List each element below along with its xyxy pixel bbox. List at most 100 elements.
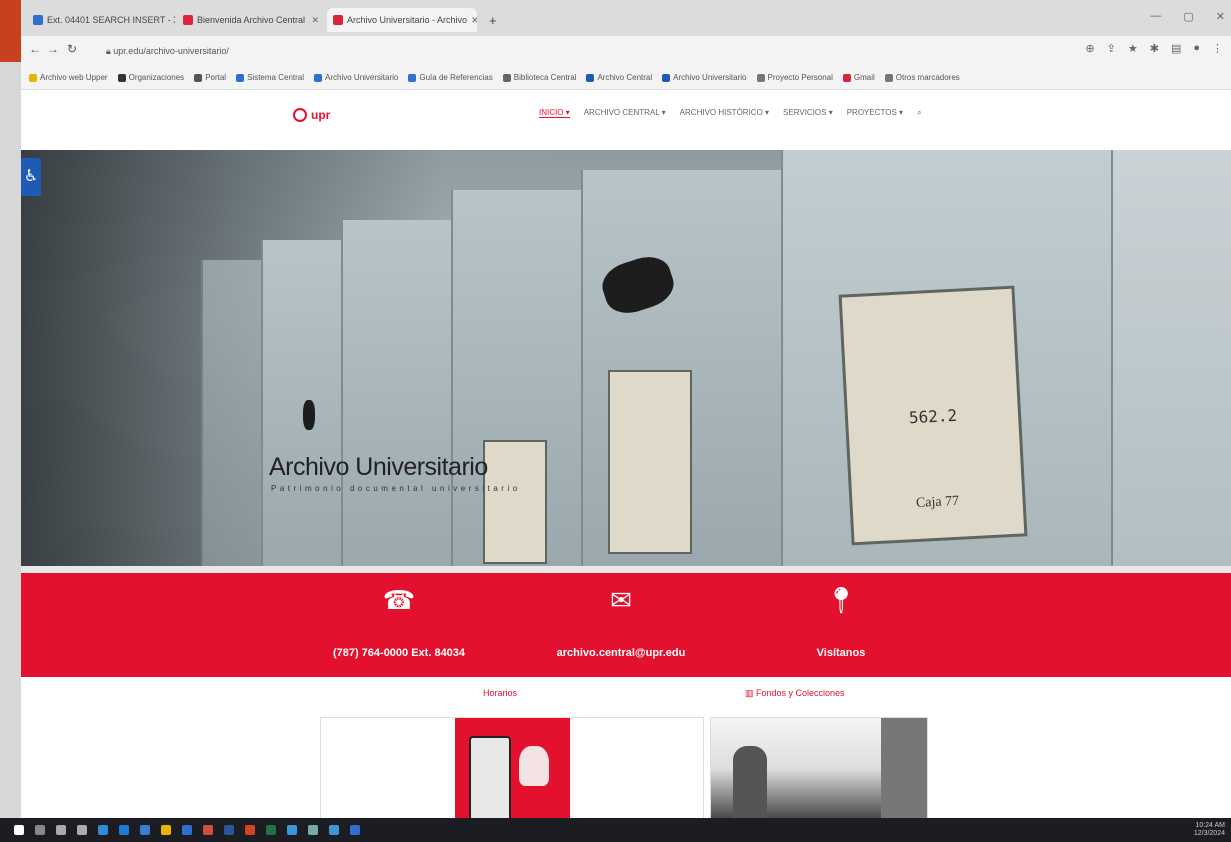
app-icon[interactable] (329, 825, 339, 835)
archive-box (581, 170, 783, 566)
app-icon[interactable] (203, 825, 213, 835)
archive-box (261, 240, 343, 566)
nav-item-inicio[interactable]: INICIO ▾ (539, 108, 570, 118)
browser-tab-strip: Ext. 04401 SEARCH INSERT - X✕ Bienvenida… (21, 0, 1231, 36)
archive-box (341, 220, 453, 566)
extension-icons: ⊕ ⇪ ★ ✱ ▤ ● ⋮ (1085, 42, 1223, 55)
bookmark-item[interactable]: Biblioteca Central (502, 73, 576, 82)
bookmark-item[interactable]: Proyecto Personal (756, 73, 833, 82)
edge-icon[interactable] (98, 825, 108, 835)
contact-visit[interactable]: 📍︎ Visítanos (781, 583, 901, 659)
feature-card[interactable] (320, 717, 704, 821)
task-view-icon[interactable] (56, 825, 66, 835)
mail-icon[interactable] (140, 825, 150, 835)
card-image (455, 718, 570, 820)
bookmark-item[interactable]: Archivo Universitario (314, 73, 398, 82)
menu-icon[interactable]: ⋮ (1212, 42, 1223, 55)
close-tab-icon[interactable]: ✕ (471, 15, 477, 26)
widgets-icon[interactable] (77, 825, 87, 835)
browser-tab[interactable]: Bienvenida Archivo Central ✕ (177, 8, 325, 32)
hero-subtitle: Patrimonio documental universitario (271, 484, 521, 493)
excel-icon[interactable] (266, 825, 276, 835)
nav-item-proyectos[interactable]: PROYECTOS ▾ (847, 108, 903, 118)
browser-tab[interactable]: Ext. 04401 SEARCH INSERT - X✕ (27, 8, 175, 32)
nav-item-archivo-central[interactable]: ARCHIVO CENTRAL ▾ (584, 108, 666, 118)
search-icon[interactable]: ⌕ (917, 108, 921, 118)
app-icon[interactable] (308, 825, 318, 835)
close-tab-icon[interactable]: ✕ (311, 15, 319, 26)
archive-box (201, 260, 263, 566)
zoom-icon[interactable]: ⊕ (1085, 42, 1094, 55)
store-icon[interactable] (119, 825, 129, 835)
accessibility-icon[interactable]: ♿︎ (21, 158, 41, 196)
phone-icon: ☎︎ (382, 585, 416, 615)
box-hole (596, 250, 680, 320)
bookmark-item[interactable]: Gmail (842, 73, 875, 82)
app-icon[interactable] (350, 825, 360, 835)
tab-favicon-icon (183, 15, 193, 25)
bookmark-item[interactable]: Otros marcadores (884, 73, 960, 82)
forward-icon[interactable]: → (47, 42, 59, 56)
star-icon[interactable]: ★ (1128, 42, 1138, 55)
contact-band: ☎︎ (787) 764-0000 Ext. 84034 ✉︎ archivo.… (21, 573, 1231, 677)
bookmark-item[interactable]: Archivo web Upper (29, 73, 108, 82)
powerpoint-icon[interactable] (245, 825, 255, 835)
contact-email[interactable]: ✉︎ archivo.central@upr.edu (531, 583, 711, 659)
bookmark-item[interactable]: Portal (194, 73, 226, 82)
chrome-icon[interactable] (182, 825, 192, 835)
maximize-button[interactable]: ▢ (1183, 10, 1193, 23)
bookmark-item[interactable]: Archivo Universitario (662, 73, 747, 82)
archive-box (451, 190, 583, 566)
share-icon[interactable]: ⇪ (1107, 42, 1116, 55)
address-bar[interactable]: 🔒︎ upr.edu/archivo-universitario/ (96, 42, 1086, 60)
reload-icon[interactable]: ↻ (67, 42, 77, 56)
archive-box (1111, 150, 1231, 566)
back-icon[interactable]: ← (29, 42, 41, 56)
hero-banner: 562.2 Caja 77 Archivo Universitario Patr… (21, 150, 1231, 566)
hero-title: Archivo Universitario (269, 453, 488, 481)
windows-taskbar: 10:24 AM 12/3/2024 (0, 818, 1231, 842)
mailbox-icon: ✉︎ (610, 585, 632, 615)
nav-item-servicios[interactable]: SERVICIOS ▾ (783, 108, 833, 118)
box-label (608, 370, 692, 554)
horarios-link[interactable]: Horarios (483, 688, 517, 698)
photos-icon[interactable] (287, 825, 297, 835)
book-icon: ▥ (745, 688, 757, 698)
fondos-colecciones-link[interactable]: ▥ Fondos y Colecciones (745, 688, 845, 699)
left-side-panel (0, 0, 21, 818)
map-pin-icon: 📍︎ (824, 585, 858, 615)
bookmark-item[interactable]: Sistema Central (236, 73, 304, 82)
browser-tab-active[interactable]: Archivo Universitario - Archivo ✕ (327, 8, 477, 32)
start-icon[interactable] (14, 825, 24, 835)
bookmarks-bar: Archivo web Upper Organizaciones Portal … (21, 66, 1231, 90)
extensions-icon[interactable]: ✱ (1150, 42, 1159, 55)
minimize-button[interactable]: — (1150, 10, 1161, 23)
archive-box: 562.2 Caja 77 (781, 150, 1113, 566)
profile-icon[interactable]: ● (1193, 42, 1200, 55)
browser-toolbar: ← → ↻ 🔒︎ upr.edu/archivo-universitario/ … (21, 36, 1231, 66)
window-controls: — ▢ ✕ (1150, 10, 1225, 23)
search-taskbar-icon[interactable] (35, 825, 45, 835)
new-tab-button[interactable]: + (483, 8, 505, 32)
word-icon[interactable] (224, 825, 234, 835)
content-section: Horarios ▥ Fondos y Colecciones (21, 677, 1231, 821)
main-navigation: INICIO ▾ ARCHIVO CENTRAL ▾ ARCHIVO HISTÓ… (539, 108, 922, 118)
box-label: 562.2 Caja 77 (838, 285, 1028, 546)
nav-item-archivo-historico[interactable]: ARCHIVO HISTÓRICO ▾ (680, 108, 769, 118)
system-tray-clock[interactable]: 10:24 AM 12/3/2024 (1194, 822, 1225, 838)
feature-card[interactable] (710, 717, 928, 821)
site-logo[interactable]: upr (293, 108, 330, 122)
card-image (711, 718, 927, 820)
site-header: upr INICIO ▾ ARCHIVO CENTRAL ▾ ARCHIVO H… (21, 90, 1231, 150)
tab-favicon-icon (333, 15, 343, 25)
bookmark-item[interactable]: Archivo Central (586, 73, 652, 82)
bookmark-item[interactable]: Organizaciones (117, 73, 184, 82)
box-label (483, 440, 547, 564)
close-window-button[interactable]: ✕ (1216, 10, 1225, 23)
sidebar-icon[interactable]: ▤ (1171, 42, 1181, 55)
contact-phone[interactable]: ☎︎ (787) 764-0000 Ext. 84034 (309, 583, 489, 659)
tab-favicon-icon (33, 15, 43, 25)
bookmark-item[interactable]: Guía de Referencias (408, 73, 493, 82)
file-explorer-icon[interactable] (161, 825, 171, 835)
upr-logo-icon (293, 108, 307, 122)
